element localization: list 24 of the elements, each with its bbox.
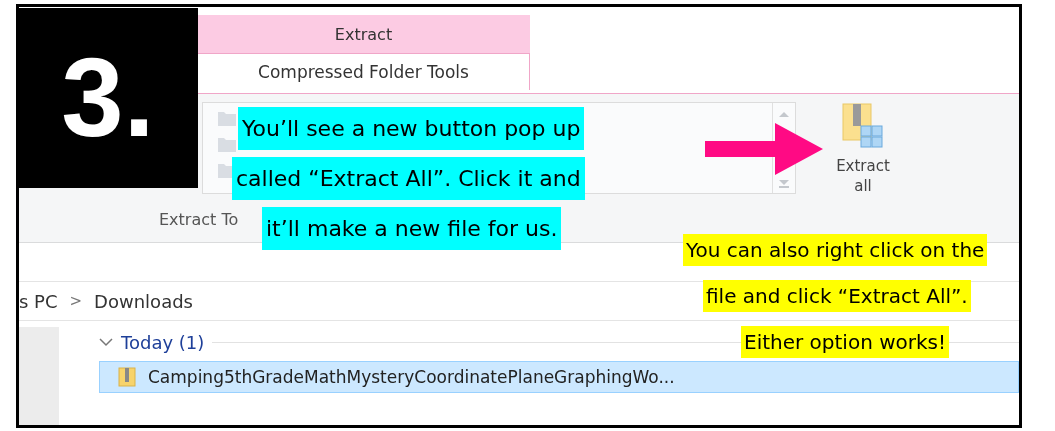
breadcrumb-separator: > <box>69 292 83 310</box>
group-label: Extract To <box>159 210 239 229</box>
scroll-down-icon[interactable] <box>778 179 790 189</box>
zipped-folder-icon <box>118 367 136 387</box>
extract-all-button[interactable]: Extract all <box>825 98 901 202</box>
callout-text: it’ll make a new file for us. <box>262 207 562 250</box>
arrow-icon <box>705 121 825 177</box>
note-text: file and click “Extract All”. <box>703 280 971 312</box>
group-header[interactable]: Today (1) <box>121 331 205 353</box>
contextual-tab-header: Extract <box>197 15 530 53</box>
file-row[interactable]: Camping5thGradeMathMysteryCoordinatePlaneGraphingWo... <box>99 361 1019 393</box>
folder-icon <box>217 109 237 127</box>
step-badge: 3. <box>18 8 198 188</box>
breadcrumb-item[interactable]: Downloads <box>94 290 193 312</box>
scroll-up-icon[interactable] <box>778 111 790 118</box>
zipped-folder-icon <box>841 102 885 150</box>
note-text: You can also right click on the <box>683 234 988 266</box>
ribbon-tab[interactable]: Compressed Folder Tools <box>197 53 530 90</box>
callout-text: called “Extract All”. Click it and <box>232 157 585 200</box>
folder-icon <box>217 135 237 153</box>
breadcrumb-item[interactable]: s PC <box>19 290 58 312</box>
chevron-down-icon[interactable] <box>99 337 113 347</box>
callout-text: You’ll see a new button pop up <box>238 107 585 150</box>
note-text: Either option works! <box>741 326 950 358</box>
